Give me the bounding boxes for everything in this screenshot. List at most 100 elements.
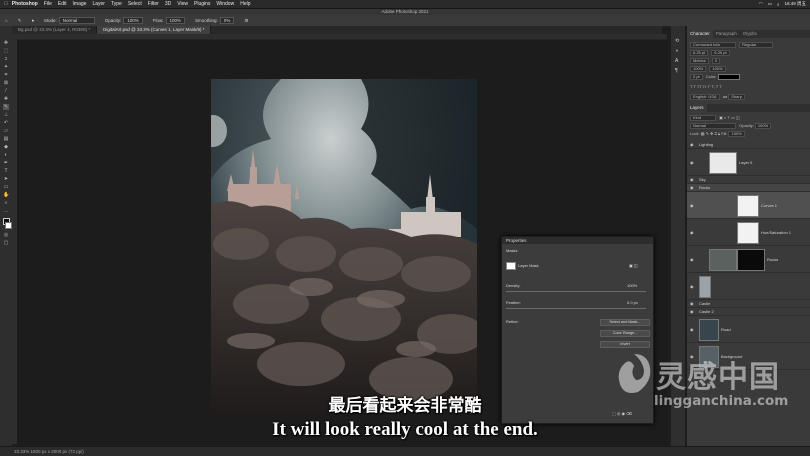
- eye-icon[interactable]: ◉: [690, 284, 694, 289]
- eye-icon[interactable]: ◉: [690, 160, 694, 165]
- invert-button[interactable]: Invert: [600, 341, 650, 348]
- quick-mask-icon[interactable]: ◎: [3, 232, 9, 238]
- menu-edit[interactable]: Edit: [58, 1, 67, 7]
- move-tool-icon[interactable]: ✥: [3, 40, 9, 46]
- brush-size[interactable]: ●: [32, 18, 35, 23]
- feather-value[interactable]: 0.0 px: [627, 300, 638, 305]
- hand-tool-icon[interactable]: ✋: [3, 192, 9, 198]
- eyedropper-icon[interactable]: ⁄: [3, 88, 9, 94]
- menu-plugins[interactable]: Plugins: [194, 1, 210, 7]
- leading-field[interactable]: 6.25 pt: [711, 50, 730, 56]
- lasso-tool-icon[interactable]: ↄ: [3, 56, 9, 62]
- layer-row[interactable]: ◉ Rocks: [687, 184, 810, 192]
- tab-layers[interactable]: Layers: [687, 104, 707, 112]
- brush-tool-icon[interactable]: ✎: [18, 18, 22, 24]
- wifi-icon[interactable]: ◠: [759, 1, 763, 7]
- brush-tool-icon[interactable]: ✎: [3, 104, 9, 110]
- layer-row[interactable]: ◉ Rocks: [687, 246, 810, 273]
- more-tools-icon[interactable]: …: [3, 208, 9, 214]
- text-color-swatch[interactable]: [717, 74, 740, 80]
- language-select[interactable]: English: USA: [690, 94, 720, 100]
- layer-row[interactable]: ◉ Layer 5: [687, 149, 810, 176]
- eye-icon[interactable]: ◉: [690, 309, 694, 314]
- menu-app[interactable]: Photoshop: [12, 1, 38, 7]
- pen-tool-icon[interactable]: ✒: [3, 160, 9, 166]
- color-range-button[interactable]: Color Range...: [600, 330, 650, 337]
- crop-tool-icon[interactable]: ⌗: [3, 72, 9, 78]
- tab-paragraph[interactable]: Paragraph: [713, 30, 740, 38]
- stamp-tool-icon[interactable]: ⊥: [3, 112, 9, 118]
- layer-row[interactable]: ◉ Curves 1: [687, 192, 810, 219]
- opacity-field[interactable]: 100%: [123, 17, 143, 24]
- font-style-select[interactable]: Regular: [739, 42, 774, 48]
- vscale-field[interactable]: 100%: [690, 66, 707, 72]
- history-brush-icon[interactable]: ↶: [3, 120, 9, 126]
- menu-layer[interactable]: Layer: [92, 1, 105, 7]
- layer-row[interactable]: ◉ Castle: [687, 300, 810, 308]
- tab-bg[interactable]: Bg.psd @ 33.3% (Layer 4, RGB/8) *: [12, 26, 98, 34]
- layer-opacity-field[interactable]: 100%: [754, 123, 772, 129]
- layer-row[interactable]: ◉ Road: [687, 316, 810, 343]
- home-icon[interactable]: ⌂: [5, 18, 8, 23]
- feather-slider[interactable]: [506, 308, 646, 309]
- zoom-tool-icon[interactable]: ⌕: [3, 200, 9, 206]
- menu-type[interactable]: Type: [111, 1, 122, 7]
- menu-help[interactable]: Help: [240, 1, 250, 7]
- layer-row[interactable]: ◉ Hue/Saturation 1: [687, 219, 810, 246]
- layer-row[interactable]: ◉ Sky: [687, 176, 810, 184]
- eye-icon[interactable]: ◉: [690, 230, 694, 235]
- paragraph-icon[interactable]: ¶: [675, 68, 678, 74]
- layer-mask-thumbnail[interactable]: [737, 195, 759, 217]
- fill-field[interactable]: 100%: [728, 131, 745, 137]
- eye-icon[interactable]: ◉: [690, 177, 694, 182]
- text-panel-icon[interactable]: A: [675, 58, 678, 64]
- kerning-field[interactable]: Metrics: [690, 58, 709, 64]
- shape-tool-icon[interactable]: ▭: [3, 184, 9, 190]
- eye-icon[interactable]: ◉: [690, 142, 694, 147]
- adjust-icon[interactable]: ◑: [675, 48, 678, 54]
- eye-icon[interactable]: ◉: [690, 203, 694, 208]
- eye-icon[interactable]: ◉: [690, 257, 694, 262]
- font-size-field[interactable]: 6.25 pt: [690, 50, 709, 56]
- menu-image[interactable]: Image: [73, 1, 87, 7]
- antialias-select[interactable]: Sharp: [728, 94, 745, 100]
- document-image[interactable]: [211, 79, 477, 412]
- marquee-tool-icon[interactable]: ⬚: [3, 48, 9, 54]
- type-tool-icon[interactable]: T: [3, 168, 9, 174]
- healing-brush-icon[interactable]: ✚: [3, 96, 9, 102]
- tab-character[interactable]: Character: [687, 30, 713, 38]
- menu-view[interactable]: View: [177, 1, 188, 7]
- density-slider[interactable]: [506, 291, 646, 292]
- tab-digitalart[interactable]: DigitalArt.psd @ 33.3% (Curves 1, Layer …: [97, 26, 212, 34]
- select-and-mask-button[interactable]: Select and Mask...: [600, 319, 650, 326]
- smoothing-field[interactable]: 0%: [219, 17, 235, 24]
- blend-mode-select[interactable]: Normal: [690, 123, 736, 129]
- density-value[interactable]: 100%: [627, 283, 637, 288]
- blur-tool-icon[interactable]: ◆: [3, 144, 9, 150]
- eraser-icon[interactable]: ▱: [3, 128, 9, 134]
- menu-window[interactable]: Window: [216, 1, 234, 7]
- quick-select-icon[interactable]: ✦: [3, 64, 9, 70]
- screen-mode-icon[interactable]: ▢: [3, 240, 9, 246]
- frame-tool-icon[interactable]: ⊠: [3, 80, 9, 86]
- filter-icons[interactable]: ▣ ◐ T ▭ ◫: [719, 115, 740, 120]
- search-icon[interactable]: ⌕: [777, 2, 780, 7]
- tab-glyphs[interactable]: Glyphs: [740, 30, 760, 38]
- properties-title[interactable]: Properties: [502, 237, 653, 244]
- layer-row[interactable]: ◉ Castle 2: [687, 308, 810, 316]
- tracking-field[interactable]: 0: [712, 58, 721, 64]
- mode-select[interactable]: Normal: [58, 17, 95, 24]
- lock-icons[interactable]: ▦ ✎ ✥ ⌗ 🔒︎: [701, 131, 720, 136]
- menu-filter[interactable]: Filter: [148, 1, 159, 7]
- apple-icon[interactable]: : [4, 1, 8, 7]
- history-icon[interactable]: ⟲: [675, 38, 679, 44]
- background-color[interactable]: [5, 222, 12, 229]
- baseline-field[interactable]: 0 pt: [690, 74, 703, 81]
- dodge-tool-icon[interactable]: ◐: [3, 152, 9, 158]
- layer-filter-select[interactable]: Kind: [690, 115, 716, 121]
- menu-file[interactable]: File: [44, 1, 52, 7]
- gradient-tool-icon[interactable]: ▤: [3, 136, 9, 142]
- font-family-select[interactable]: Cormorant Infa: [690, 42, 736, 48]
- eye-icon[interactable]: ◉: [690, 301, 694, 306]
- eye-icon[interactable]: ◉: [690, 185, 694, 190]
